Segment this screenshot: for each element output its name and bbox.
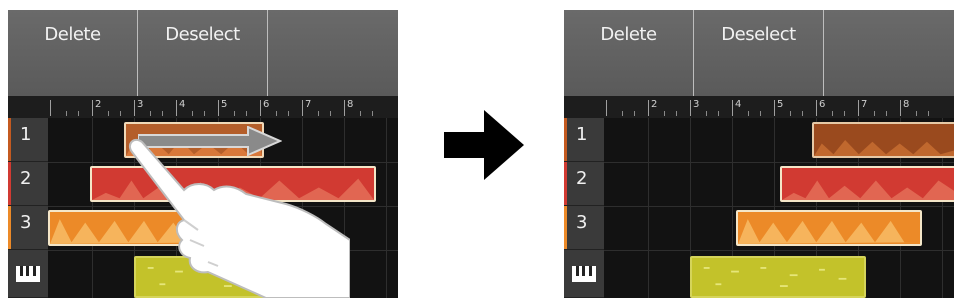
hand-drag-icon xyxy=(128,138,350,298)
ruler-number: 7 xyxy=(305,99,312,110)
track-number: 3 xyxy=(20,212,32,233)
timeline-ruler: 2 3 4 5 6 7 8 xyxy=(564,96,954,118)
toolbar: Delete Deselect xyxy=(8,10,398,96)
track-label-2[interactable]: 2 xyxy=(564,162,604,206)
ruler-number: 3 xyxy=(137,99,144,110)
deselect-button[interactable]: Deselect xyxy=(694,10,824,96)
track-number: 1 xyxy=(576,124,588,145)
ruler-number: 8 xyxy=(347,99,354,110)
track-number: 2 xyxy=(576,168,588,189)
arrow-right-icon xyxy=(444,110,524,180)
track-number: 2 xyxy=(20,168,32,189)
delete-button[interactable]: Delete xyxy=(8,10,138,96)
track-label-1[interactable]: 1 xyxy=(8,118,48,162)
ruler-number: 8 xyxy=(903,99,910,110)
deselect-button[interactable]: Deselect xyxy=(138,10,268,96)
timeline-ruler: 2 3 4 5 6 7 8 xyxy=(8,96,398,118)
piano-keys-icon xyxy=(572,266,596,282)
track-label-3[interactable]: 3 xyxy=(564,206,604,250)
track-label-rhythm[interactable] xyxy=(8,250,48,298)
region-track-2[interactable] xyxy=(780,166,954,202)
delete-button[interactable]: Delete xyxy=(564,10,694,96)
ruler-number: 6 xyxy=(819,99,826,110)
track-label-3[interactable]: 3 xyxy=(8,206,48,250)
track-number: 1 xyxy=(20,124,32,145)
ruler-number: 5 xyxy=(221,99,228,110)
ruler-number: 2 xyxy=(651,99,658,110)
track-label-2[interactable]: 2 xyxy=(8,162,48,206)
ruler-number: 4 xyxy=(179,99,186,110)
track-grid[interactable] xyxy=(604,118,954,298)
ruler-number: 4 xyxy=(735,99,742,110)
track-label-rhythm[interactable] xyxy=(564,250,604,298)
ruler-number: 3 xyxy=(693,99,700,110)
region-rhythm[interactable] xyxy=(690,256,866,298)
ruler-number: 6 xyxy=(263,99,270,110)
track-number: 3 xyxy=(576,212,588,233)
region-track-3[interactable] xyxy=(736,210,922,246)
ruler-number: 2 xyxy=(95,99,102,110)
toolbar: Delete Deselect xyxy=(564,10,954,96)
ruler-number: 5 xyxy=(777,99,784,110)
region-track-1[interactable] xyxy=(812,122,954,158)
ruler-number: 7 xyxy=(861,99,868,110)
piano-keys-icon xyxy=(16,266,40,282)
screen-after: Delete Deselect 2 3 4 5 6 7 8 1 2 3 xyxy=(564,10,954,298)
track-label-1[interactable]: 1 xyxy=(564,118,604,162)
